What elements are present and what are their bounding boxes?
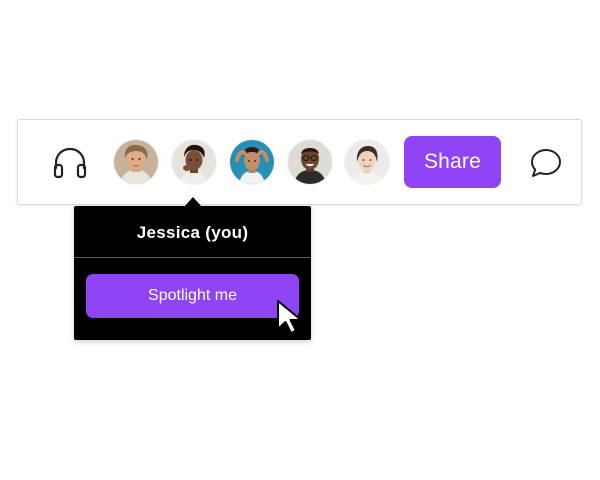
share-button[interactable]: Share [404,136,501,188]
comment-icon [531,149,561,177]
spotlight-me-button[interactable]: Spotlight me [86,274,299,318]
participant-avatar[interactable] [345,140,389,184]
participant-popover: Jessica (you) Spotlight me [74,206,311,340]
participant-avatar[interactable] [230,140,274,184]
stage: Share Jessica (you) Spotlight me [0,0,600,480]
headphones-icon [53,147,87,179]
audio-button[interactable] [50,143,90,183]
participant-avatar[interactable] [172,140,216,184]
participant-avatar[interactable] [288,140,332,184]
collaboration-toolbar: Share [17,119,582,205]
popover-title: Jessica (you) [136,223,249,242]
participant-avatar[interactable] [114,140,158,184]
comments-button[interactable] [526,143,566,183]
popover-divider [74,257,311,258]
